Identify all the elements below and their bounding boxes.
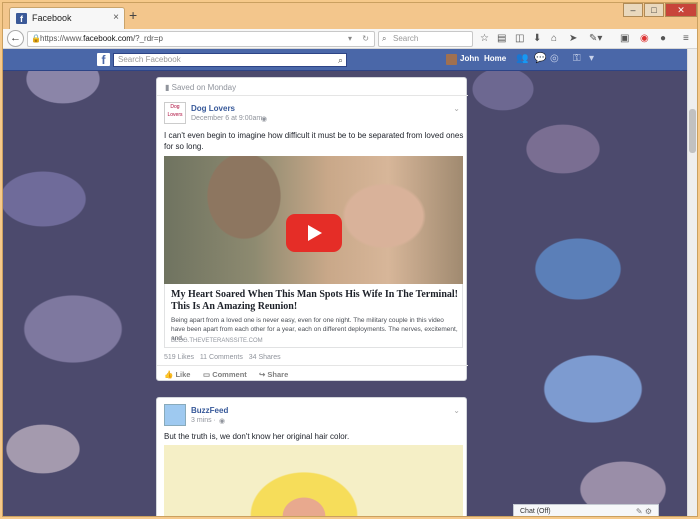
post-text: But the truth is, we don't know her orig… — [164, 432, 350, 441]
tab-facebook[interactable]: f Facebook × — [9, 7, 125, 29]
chat-sidebar-toggle[interactable]: Chat (Off) ✎ ⚙ — [513, 504, 659, 516]
post-actions: 👍 Like ▭ Comment ↪ Share — [157, 365, 468, 382]
tab-bar: f Facebook × + – □ ✕ — [3, 3, 697, 29]
post-image[interactable] — [164, 445, 463, 516]
url-host: facebook.com — [83, 34, 133, 43]
like-button[interactable]: 👍 Like — [164, 370, 190, 379]
youtube-play-button[interactable] — [286, 214, 342, 252]
minimize-button[interactable]: – — [623, 3, 643, 17]
chat-bubble-icon[interactable]: ● — [660, 32, 666, 46]
page-content: f Search Facebook ⌕ John Home 👥 💬 ◎ ⚿ ▾ … — [3, 49, 689, 516]
saved-text: Saved on Monday — [171, 83, 237, 92]
extension-red-icon[interactable]: ◉ — [640, 32, 649, 46]
shares-count[interactable]: 34 Shares — [249, 354, 281, 361]
download-icon[interactable]: ⬇ — [533, 32, 541, 46]
bookmarks-icon[interactable]: ▤ — [497, 32, 506, 46]
page-avatar-buzzfeed[interactable] — [164, 404, 186, 426]
link-preview[interactable]: My Heart Soared When This Man Spots His … — [164, 284, 463, 348]
post-timestamp[interactable]: December 6 at 9:00am · — [191, 115, 266, 122]
comment-button[interactable]: ▭ Comment — [203, 370, 247, 379]
page-name-link[interactable]: BuzzFeed — [191, 406, 228, 415]
facebook-search-placeholder: Search Facebook — [118, 55, 181, 64]
chat-settings-icons[interactable]: ✎ ⚙ — [636, 507, 652, 516]
post-stats: 519 Likes 11 Comments 34 Shares — [164, 354, 281, 361]
facebook-header: f Search Facebook ⌕ John Home 👥 💬 ◎ ⚿ ▾ — [3, 49, 689, 71]
maximize-button[interactable]: □ — [644, 3, 664, 17]
messages-icon[interactable]: 💬 — [534, 53, 546, 64]
privacy-shortcuts-icon[interactable]: ⚿ — [573, 53, 581, 64]
page-name-link[interactable]: Dog Lovers — [191, 104, 235, 113]
facebook-search-icon[interactable]: ⌕ — [338, 54, 343, 66]
home-icon[interactable]: ⌂ — [551, 32, 557, 46]
close-window-button[interactable]: ✕ — [665, 3, 697, 17]
home-link[interactable]: Home — [484, 54, 506, 63]
extension-icon[interactable]: ▣ — [620, 32, 629, 46]
url-prefix: https://www. — [40, 34, 84, 43]
user-name-link[interactable]: John — [460, 54, 479, 63]
page-scrollbar[interactable] — [687, 49, 697, 516]
link-title[interactable]: My Heart Soared When This Man Spots His … — [171, 289, 458, 313]
image-face-shape — [274, 490, 334, 516]
search-icon: ⌕ — [382, 34, 387, 43]
new-tab-button[interactable]: + — [129, 8, 137, 22]
navigation-bar: ← 🔒 https://www.facebook.com/?_rdr=p ▾ ↻… — [3, 29, 697, 49]
notifications-globe-icon[interactable]: ◎ — [550, 53, 559, 64]
bookmark-star-icon[interactable]: ☆ — [480, 32, 489, 46]
tools-icon[interactable]: ✎▾ — [589, 32, 602, 46]
facebook-search-input[interactable]: Search Facebook ⌕ — [113, 53, 347, 67]
post-options-chevron-icon[interactable]: ⌄ — [453, 104, 460, 113]
like-label: Like — [175, 370, 191, 379]
url-dropdown-icon[interactable]: ▾ — [348, 32, 352, 46]
like-icon: 👍 — [164, 370, 174, 379]
post-options-chevron-icon[interactable]: ⌄ — [453, 406, 460, 415]
post-dog-lovers: ▮ Saved on Monday Dog Lovers Dog Lovers … — [156, 77, 468, 382]
comments-count[interactable]: 11 Comments — [200, 354, 243, 361]
tab-title: Facebook — [32, 13, 72, 23]
scrollbar-thumb[interactable] — [689, 109, 696, 153]
friend-requests-icon[interactable]: 👥 — [516, 53, 528, 64]
lock-icon: 🔒 — [31, 34, 41, 43]
browser-window: f Facebook × + – □ ✕ ← 🔒 https://www.fac… — [2, 2, 698, 517]
link-domain: BLOG.THEVETERANSSITE.COM — [171, 338, 263, 344]
share-label: Share — [267, 370, 289, 379]
page-avatar-dog-lovers[interactable]: Dog Lovers — [164, 102, 186, 124]
reload-icon[interactable]: ↻ — [362, 32, 369, 46]
menu-icon[interactable]: ≡ — [683, 32, 689, 46]
chat-label: Chat (Off) — [520, 508, 551, 515]
pocket-icon[interactable]: ◫ — [515, 32, 524, 46]
likes-count[interactable]: 519 Likes — [164, 354, 194, 361]
globe-icon: ◉ — [261, 116, 268, 123]
post-buzzfeed: BuzzFeed 3 mins · ◉ ⌄ But the truth is, … — [156, 397, 467, 516]
play-icon — [308, 225, 322, 241]
share-icon: ↪ — [259, 370, 266, 379]
share-button[interactable]: ↪ Share — [259, 370, 288, 379]
comment-label: Comment — [212, 370, 247, 379]
saved-label: ▮ Saved on Monday — [157, 78, 468, 96]
url-path: /?_rdr=p — [132, 34, 163, 43]
facebook-logo-icon[interactable]: f — [97, 53, 110, 67]
browser-search-placeholder: Search — [393, 34, 419, 43]
browser-search-input[interactable]: ⌕ Search — [378, 31, 473, 47]
url-bar[interactable]: 🔒 https://www.facebook.com/?_rdr=p ▾ ↻ — [27, 31, 375, 47]
post-text: I can't even begin to imagine how diffic… — [164, 131, 464, 151]
saved-bookmark-icon: ▮ — [165, 83, 170, 92]
user-avatar[interactable] — [446, 54, 457, 65]
facebook-favicon-icon: f — [16, 13, 27, 24]
close-tab-icon[interactable]: × — [113, 12, 119, 23]
back-button[interactable]: ← — [7, 30, 24, 47]
account-dropdown-icon[interactable]: ▾ — [589, 53, 594, 64]
send-icon[interactable]: ➤ — [569, 32, 577, 46]
post-timestamp[interactable]: 3 mins · — [191, 417, 216, 424]
globe-icon: ◉ — [219, 418, 226, 425]
video-thumbnail[interactable] — [164, 156, 463, 284]
comment-icon: ▭ — [203, 370, 211, 379]
